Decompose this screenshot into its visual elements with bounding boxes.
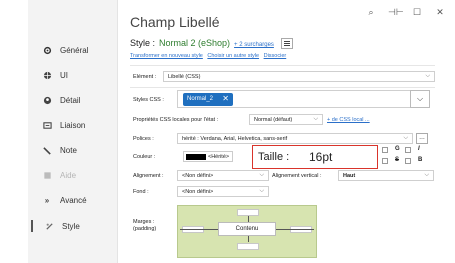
strike-checkbox[interactable] xyxy=(382,158,388,164)
color-value: <Hérité> xyxy=(208,154,230,160)
sidebar-item-avance[interactable]: » Avancé xyxy=(42,194,87,206)
style-links: Transformer en nouveau style Choisir un … xyxy=(130,53,289,59)
more-button[interactable]: … xyxy=(416,133,428,144)
sidebar-item-general[interactable]: Général xyxy=(42,44,88,56)
padding-bottom-line xyxy=(248,236,249,242)
padding-preview: Contenu xyxy=(177,205,317,258)
css-style-tag-label: Normal_2 xyxy=(187,96,214,102)
css-local-link[interactable]: + de CSS local ... xyxy=(327,117,370,123)
pin-icon[interactable]: ⊣⊢ xyxy=(388,7,404,18)
sidebar-item-label: Liaison xyxy=(60,120,86,130)
couleur-label: Couleur : xyxy=(133,154,156,160)
font-select[interactable]: hérité : Verdana, Arial, Helvetica, sans… xyxy=(177,133,413,144)
color-swatch xyxy=(186,154,206,160)
choose-style-link[interactable]: Choisir un autre style xyxy=(207,53,259,59)
bold-checkbox[interactable] xyxy=(382,147,388,153)
marges-label: Marges : xyxy=(133,219,155,225)
palette-icon xyxy=(44,221,54,231)
valign-select[interactable]: Haut ⌵ xyxy=(338,170,434,181)
size-label: Taille : xyxy=(258,151,290,163)
bold-label: G xyxy=(395,146,400,152)
polices-label: Polices : xyxy=(133,136,154,142)
sidebar-item-label: Général xyxy=(60,45,89,55)
advanced-icon: » xyxy=(44,195,50,205)
chevron-down-icon: ⌵ xyxy=(425,73,430,79)
help-icon xyxy=(42,170,52,180)
pencil-icon xyxy=(42,145,52,155)
props-css-label: Propriétés CSS locales pour l'état : xyxy=(133,117,219,123)
chevron-down-icon: ⌵ xyxy=(403,135,408,141)
globe-icon xyxy=(42,70,52,80)
sidebar: Général UI Détail Liaison Note Aide » Av… xyxy=(28,0,118,263)
padding-top-input[interactable] xyxy=(237,209,259,216)
chevron-down-icon: ⌵ xyxy=(424,172,429,178)
background-select[interactable]: <Non défini> ⌵ xyxy=(177,186,269,197)
transform-style-link[interactable]: Transformer en nouveau style xyxy=(130,53,203,59)
element-select[interactable]: Libellé (CSS) ⌵ xyxy=(163,71,435,82)
surcharges-link[interactable]: + 2 surcharges xyxy=(234,42,274,48)
sidebar-item-label: Aide xyxy=(60,170,77,180)
sidebar-item-liaison[interactable]: Liaison xyxy=(42,119,85,131)
underline-checkbox[interactable] xyxy=(405,158,411,164)
sidebar-item-label: Note xyxy=(60,145,77,155)
padding-bottom-input[interactable] xyxy=(237,243,259,250)
sidebar-item-style[interactable]: Style xyxy=(31,220,80,232)
sidebar-item-aide[interactable]: Aide xyxy=(42,169,76,181)
page-title: Champ Libellé xyxy=(130,14,220,30)
window: Général UI Détail Liaison Note Aide » Av… xyxy=(0,0,455,263)
padding-left-line xyxy=(180,229,218,230)
styles-css-label: Styles CSS : xyxy=(133,97,164,103)
styles-dropdown-button[interactable]: ⌵ xyxy=(410,90,430,108)
sidebar-item-ui[interactable]: UI xyxy=(42,69,68,81)
state-select[interactable]: Normal (défaut) ⌵ xyxy=(249,114,323,125)
content-box: Contenu xyxy=(218,222,276,236)
strike-label: S xyxy=(395,157,400,163)
chevron-down-icon: ⌵ xyxy=(313,116,318,122)
alignement-v-label: Alignement vertical : xyxy=(272,173,322,179)
fond-label: Fond : xyxy=(133,189,149,195)
css-style-tag[interactable]: Normal_2 ✕ xyxy=(183,93,233,106)
alignment-select[interactable]: <Non défini> ⌵ xyxy=(177,170,269,181)
color-picker[interactable]: <Hérité> xyxy=(183,151,233,162)
menu-icon[interactable] xyxy=(281,38,293,49)
italic-label: I xyxy=(418,146,420,152)
style-value: Normal 2 (eShop) xyxy=(159,38,231,48)
underline-label: B xyxy=(418,157,423,163)
sidebar-item-label: UI xyxy=(60,70,68,80)
padding-label: (padding) xyxy=(133,226,157,232)
maximize-icon[interactable]: ☐ xyxy=(411,7,423,18)
detail-icon xyxy=(42,95,52,105)
alignment-value: <Non défini> xyxy=(182,173,214,179)
divider xyxy=(130,65,435,66)
size-value: 16pt xyxy=(309,150,333,164)
sidebar-item-label: Style xyxy=(62,221,80,231)
style-label: Style : xyxy=(130,38,156,48)
sidebar-item-note[interactable]: Note xyxy=(42,144,77,156)
search-icon[interactable]: ⌕ xyxy=(365,7,377,18)
style-line: Style : Normal 2 (eShop) + 2 surcharges xyxy=(130,38,274,48)
size-field-highlight[interactable]: Taille : 16pt xyxy=(252,145,378,169)
close-icon[interactable]: ✕ xyxy=(434,7,446,18)
remove-tag-icon[interactable]: ✕ xyxy=(222,94,229,103)
chevron-down-icon: ⌵ xyxy=(259,188,264,194)
state-value: Normal (défaut) xyxy=(254,117,293,123)
sidebar-item-label: Détail xyxy=(60,95,81,105)
link-icon xyxy=(42,120,52,130)
font-value: hérité : Verdana, Arial, Helvetica, sans… xyxy=(182,136,288,142)
chevron-down-icon: ⌵ xyxy=(259,172,264,178)
italic-checkbox[interactable] xyxy=(405,147,411,153)
element-value: Libellé (CSS) xyxy=(168,74,201,80)
sidebar-item-detail[interactable]: Détail xyxy=(42,94,80,106)
element-label: Elément : xyxy=(133,74,157,80)
gear-icon xyxy=(42,45,52,55)
padding-right-line xyxy=(276,229,314,230)
divider xyxy=(130,87,435,88)
valign-value: Haut xyxy=(343,173,356,179)
alignement-label: Alignement : xyxy=(133,173,164,179)
sidebar-item-label: Avancé xyxy=(60,195,87,205)
dissociate-link[interactable]: Dissocier xyxy=(264,53,287,59)
background-value: <Non défini> xyxy=(182,189,214,195)
